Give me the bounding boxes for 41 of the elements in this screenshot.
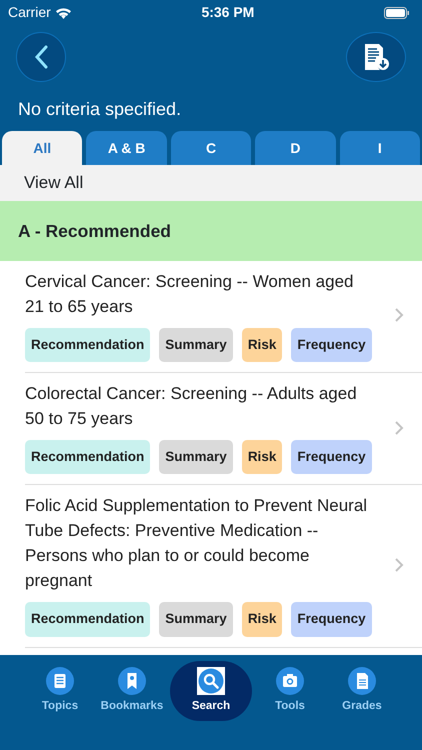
summary-tag[interactable]: Summary	[159, 440, 233, 474]
frequency-tag[interactable]: Frequency	[291, 328, 372, 362]
criteria-text: No criteria specified.	[17, 98, 182, 121]
risk-tag[interactable]: Risk	[242, 602, 282, 636]
recommendation-tag[interactable]: Recommendation	[25, 602, 150, 636]
frequency-tag[interactable]: Frequency	[291, 602, 372, 636]
tab-bar-item[interactable]: Tools	[256, 661, 324, 722]
back-button[interactable]	[16, 32, 66, 82]
summary-tag[interactable]: Summary	[159, 328, 233, 362]
carrier-label: Carrier	[8, 2, 51, 22]
recommendation-title[interactable]: Colorectal Cancer: Screening -- Adults aged 50 to 75 years	[25, 381, 394, 431]
time-label: 5:36 PM	[201, 2, 254, 22]
tab-bar-item[interactable]: Bookmarks	[98, 661, 166, 722]
recommendation-tag[interactable]: Recommendation	[25, 440, 150, 474]
risk-tag[interactable]: Risk	[242, 440, 282, 474]
summary-tag[interactable]: Summary	[159, 602, 233, 636]
tab-bar-item[interactable]: Search	[170, 661, 252, 722]
tab-bar-item[interactable]: Grades	[328, 661, 396, 722]
search-icon	[197, 667, 225, 695]
tab-bar-item[interactable]: Topics	[26, 661, 94, 722]
category-tab[interactable]: D	[255, 131, 336, 165]
chevron-icon	[394, 307, 404, 324]
risk-tag[interactable]: Risk	[242, 328, 282, 362]
document-icon	[348, 667, 376, 695]
camera-icon	[276, 667, 304, 695]
view-all-link[interactable]: View All	[0, 165, 422, 200]
section-header: A - Recommended	[0, 200, 422, 261]
frequency-tag[interactable]: Frequency	[291, 440, 372, 474]
bookmark-icon	[118, 667, 146, 695]
recommendation-tag[interactable]: Recommendation	[25, 328, 150, 362]
document-download-icon	[363, 43, 389, 71]
category-tab[interactable]: A & B	[86, 131, 167, 165]
recommendation-title[interactable]: Folic Acid Supplementation to Prevent Neural Tube Defects: Preventive Medication -- Persons who plan to or could become pregnant	[25, 493, 394, 594]
chevron-icon	[394, 420, 404, 436]
category-tab[interactable]: C	[170, 131, 252, 165]
recommendation-title[interactable]: Cervical Cancer: Screening -- Women aged 21 to 65 years	[25, 268, 394, 319]
category-tab[interactable]: All	[2, 131, 82, 165]
back-icon	[34, 45, 48, 69]
category-tab[interactable]: I	[340, 131, 420, 165]
list-icon	[46, 667, 74, 695]
chevron-icon	[394, 556, 404, 573]
